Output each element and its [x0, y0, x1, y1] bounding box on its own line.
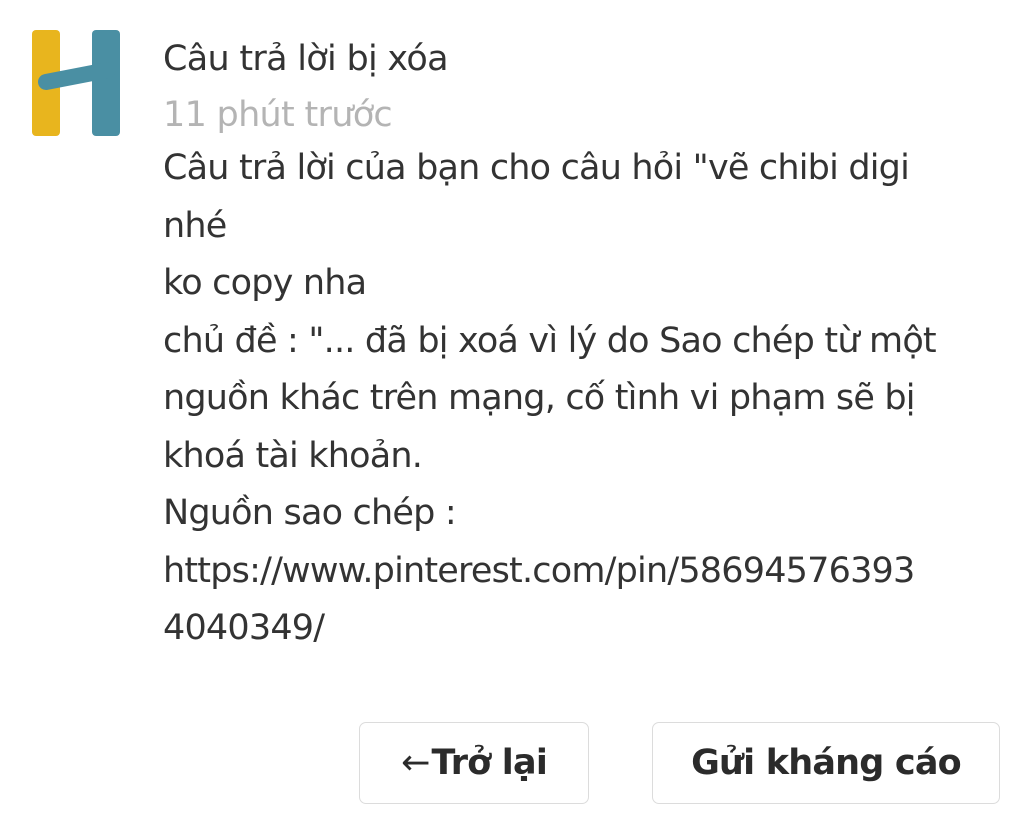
message-line: nhé	[163, 205, 227, 246]
message-line: khoá tài khoản.	[163, 435, 423, 476]
message-line: ko copy nha	[163, 263, 367, 303]
arrow-left-icon: ←	[400, 743, 430, 783]
notification-title: Câu trả lời bị xóa	[163, 39, 449, 79]
h-logo-icon	[32, 30, 120, 136]
notification-message: Câu trả lời của bạn cho câu hỏi "vẽ chib…	[163, 140, 1008, 658]
back-button[interactable]: ← Trở lại	[359, 722, 589, 804]
notification-timestamp: 11 phút trước	[163, 95, 393, 135]
deleted-answer-notification: Câu trả lời bị xóa 11 phút trước Câu trả…	[0, 0, 1024, 826]
message-line: nguồn khác trên mạng, cố tình vi phạm sẽ…	[163, 378, 916, 418]
back-button-label: Trở lại	[431, 743, 548, 783]
notification-content: Câu trả lời bị xóa 11 phút trước Câu trả…	[163, 34, 1008, 658]
send-appeal-label: Gửi kháng cáo	[691, 743, 962, 783]
message-line: chủ đề : "... đã bị xoá vì lý do Sao ché…	[163, 320, 937, 361]
source-url-line: 4040349/	[163, 608, 325, 648]
message-line: Nguồn sao chép :	[163, 493, 457, 533]
source-url-line: https://www.pinterest.com/pin/5869457639…	[163, 550, 915, 591]
message-line: Câu trả lời của bạn cho câu hỏi "vẽ chib…	[163, 148, 910, 188]
send-appeal-button[interactable]: Gửi kháng cáo	[652, 722, 1000, 804]
